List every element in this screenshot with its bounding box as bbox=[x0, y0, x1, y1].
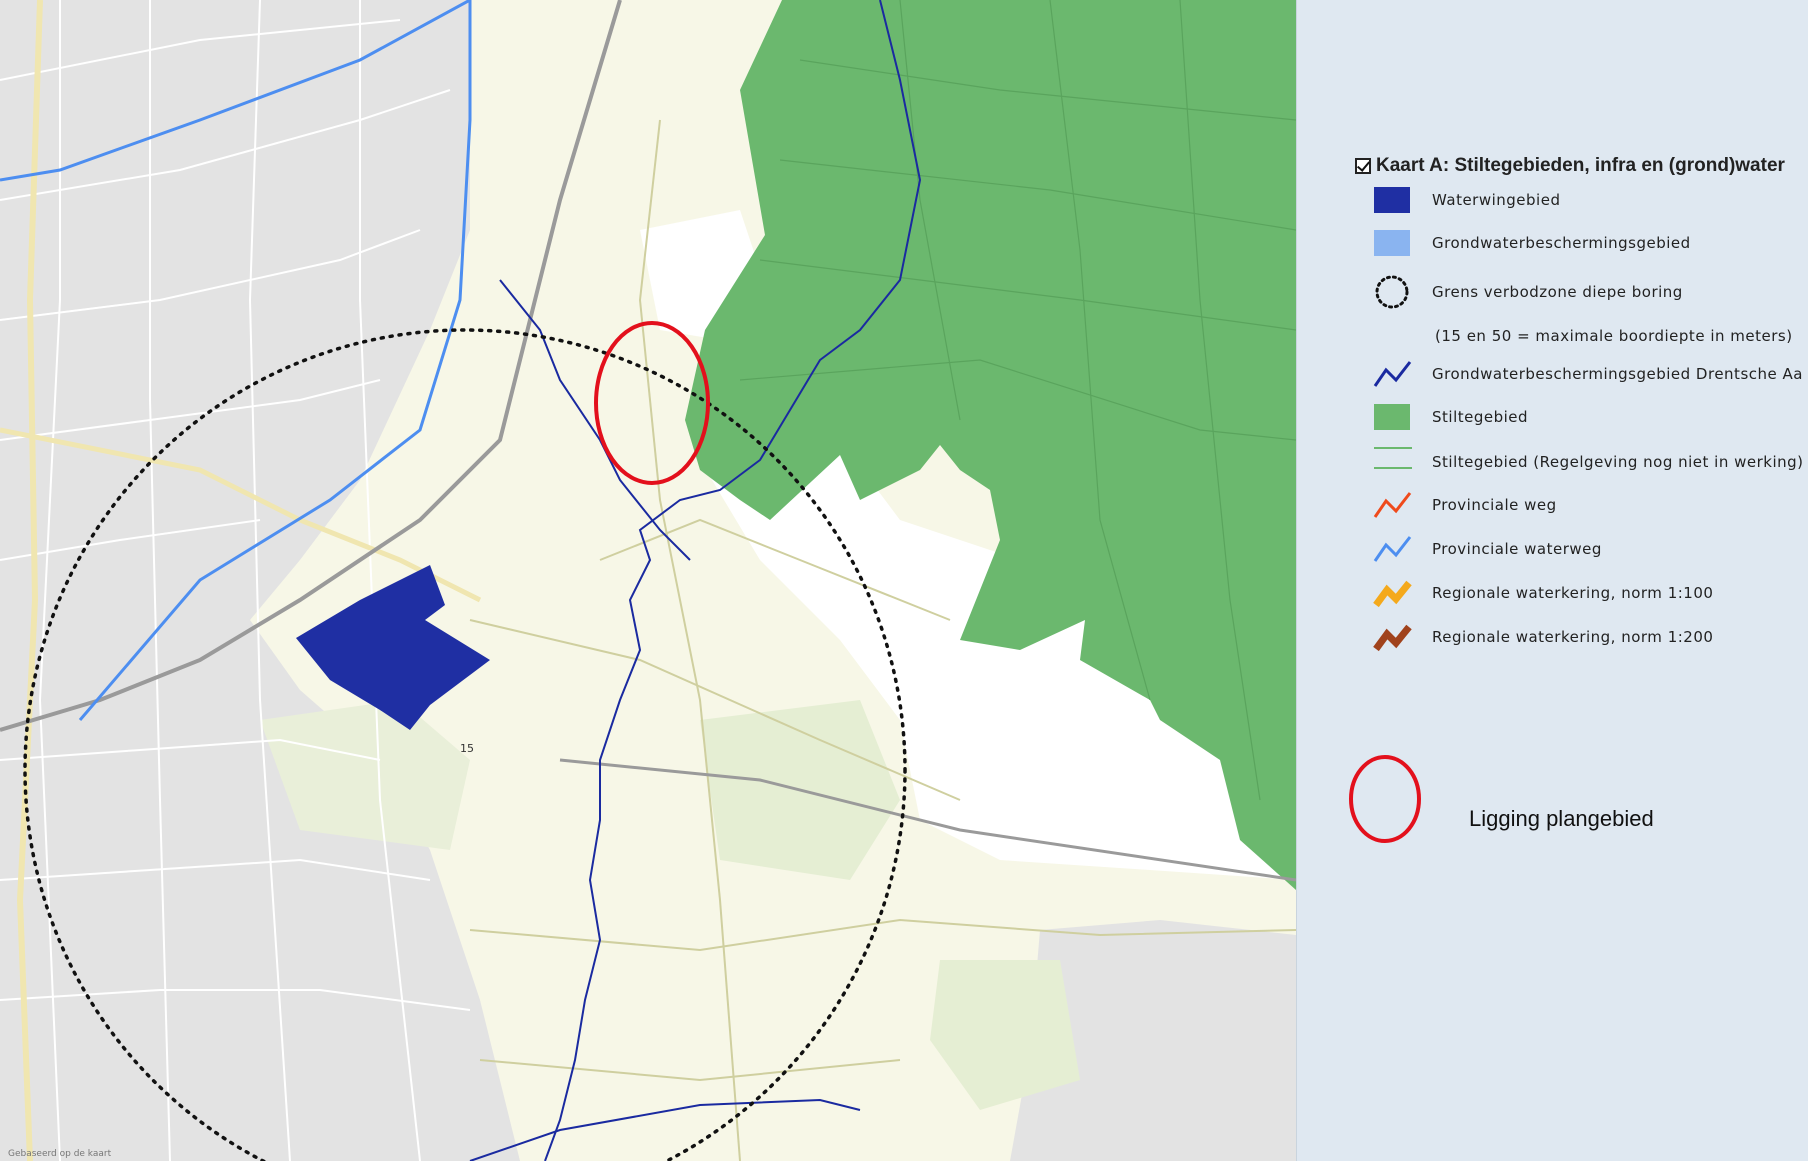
thick-line-orange-icon bbox=[1373, 580, 1412, 608]
legend-panel: Kaart A: Stiltegebieden, infra en (grond… bbox=[1297, 0, 1808, 1161]
legend-item-drentsche-aa: Grondwaterbeschermingsgebied Drentsche A… bbox=[1372, 354, 1803, 394]
legend-label: Grondwaterbeschermingsgebied bbox=[1432, 234, 1691, 252]
dotted-circle-icon bbox=[1375, 275, 1409, 309]
legend-item-waterkering-100: Regionale waterkering, norm 1:100 bbox=[1372, 573, 1713, 613]
line-navy-icon bbox=[1373, 361, 1412, 387]
legend-item-grens-verbodzone: Grens verbodzone diepe boring bbox=[1372, 272, 1683, 312]
legend-item-stiltegebied: Stiltegebied bbox=[1372, 397, 1528, 437]
legend-item-provinciale-waterweg: Provinciale waterweg bbox=[1372, 529, 1602, 569]
line-green-icon bbox=[1374, 447, 1412, 469]
depth-label-15: 15 bbox=[460, 742, 474, 755]
legend-item-stiltegebied-regelgeving: Stiltegebied (Regelgeving nog niet in we… bbox=[1372, 442, 1804, 482]
legend-label: Grondwaterbeschermingsgebied Drentsche A… bbox=[1432, 365, 1803, 383]
legend-label: Stiltegebied (Regelgeving nog niet in we… bbox=[1432, 453, 1804, 471]
map-canvas[interactable]: 15 Gebaseerd op de kaart bbox=[0, 0, 1297, 1161]
map-attribution: Gebaseerd op de kaart bbox=[8, 1149, 112, 1159]
map-svg: 15 Gebaseerd op de kaart bbox=[0, 0, 1296, 1161]
legend-label: Regionale waterkering, norm 1:100 bbox=[1432, 584, 1714, 602]
legend-item-waterwingebied: Waterwingebied bbox=[1372, 180, 1560, 220]
legend-item-grondwaterbeschermingsgebied: Grondwaterbeschermingsgebied bbox=[1372, 223, 1691, 263]
legend-label: Provinciale waterweg bbox=[1432, 540, 1602, 558]
fill-dark-blue-icon bbox=[1374, 187, 1410, 213]
legend-label: Waterwingebied bbox=[1432, 191, 1561, 209]
legend-item-provinciale-weg: Provinciale weg bbox=[1372, 485, 1557, 525]
line-blue-icon bbox=[1373, 536, 1412, 562]
fill-green-icon bbox=[1374, 404, 1410, 430]
legend-checkbox[interactable] bbox=[1355, 158, 1371, 174]
line-orange-red-icon bbox=[1373, 492, 1412, 518]
legend-label: Provinciale weg bbox=[1432, 496, 1557, 514]
legend-item-waterkering-200: Regionale waterkering, norm 1:200 bbox=[1372, 617, 1713, 657]
thick-line-brown-icon bbox=[1373, 624, 1412, 652]
legend-label: Grens verbodzone diepe boring bbox=[1432, 283, 1683, 301]
legend-note: (15 en 50 = maximale boordiepte in meter… bbox=[1435, 327, 1793, 345]
grens-drentsche-aa bbox=[469, 1098, 861, 1161]
legend-title[interactable]: Kaart A: Stiltegebieden, infra en (grond… bbox=[1355, 155, 1785, 177]
red-ellipse-icon bbox=[1349, 755, 1421, 843]
legend-title-text: Kaart A: Stiltegebieden, infra en (grond… bbox=[1376, 155, 1785, 176]
legend-label: Stiltegebied bbox=[1432, 408, 1529, 426]
legend-label: Regionale waterkering, norm 1:200 bbox=[1432, 628, 1714, 646]
fill-light-blue-icon bbox=[1374, 230, 1410, 256]
plangebied-label: Ligging plangebied bbox=[1469, 806, 1654, 831]
legend-item-plangebied: Ligging plangebied bbox=[1349, 752, 1654, 846]
